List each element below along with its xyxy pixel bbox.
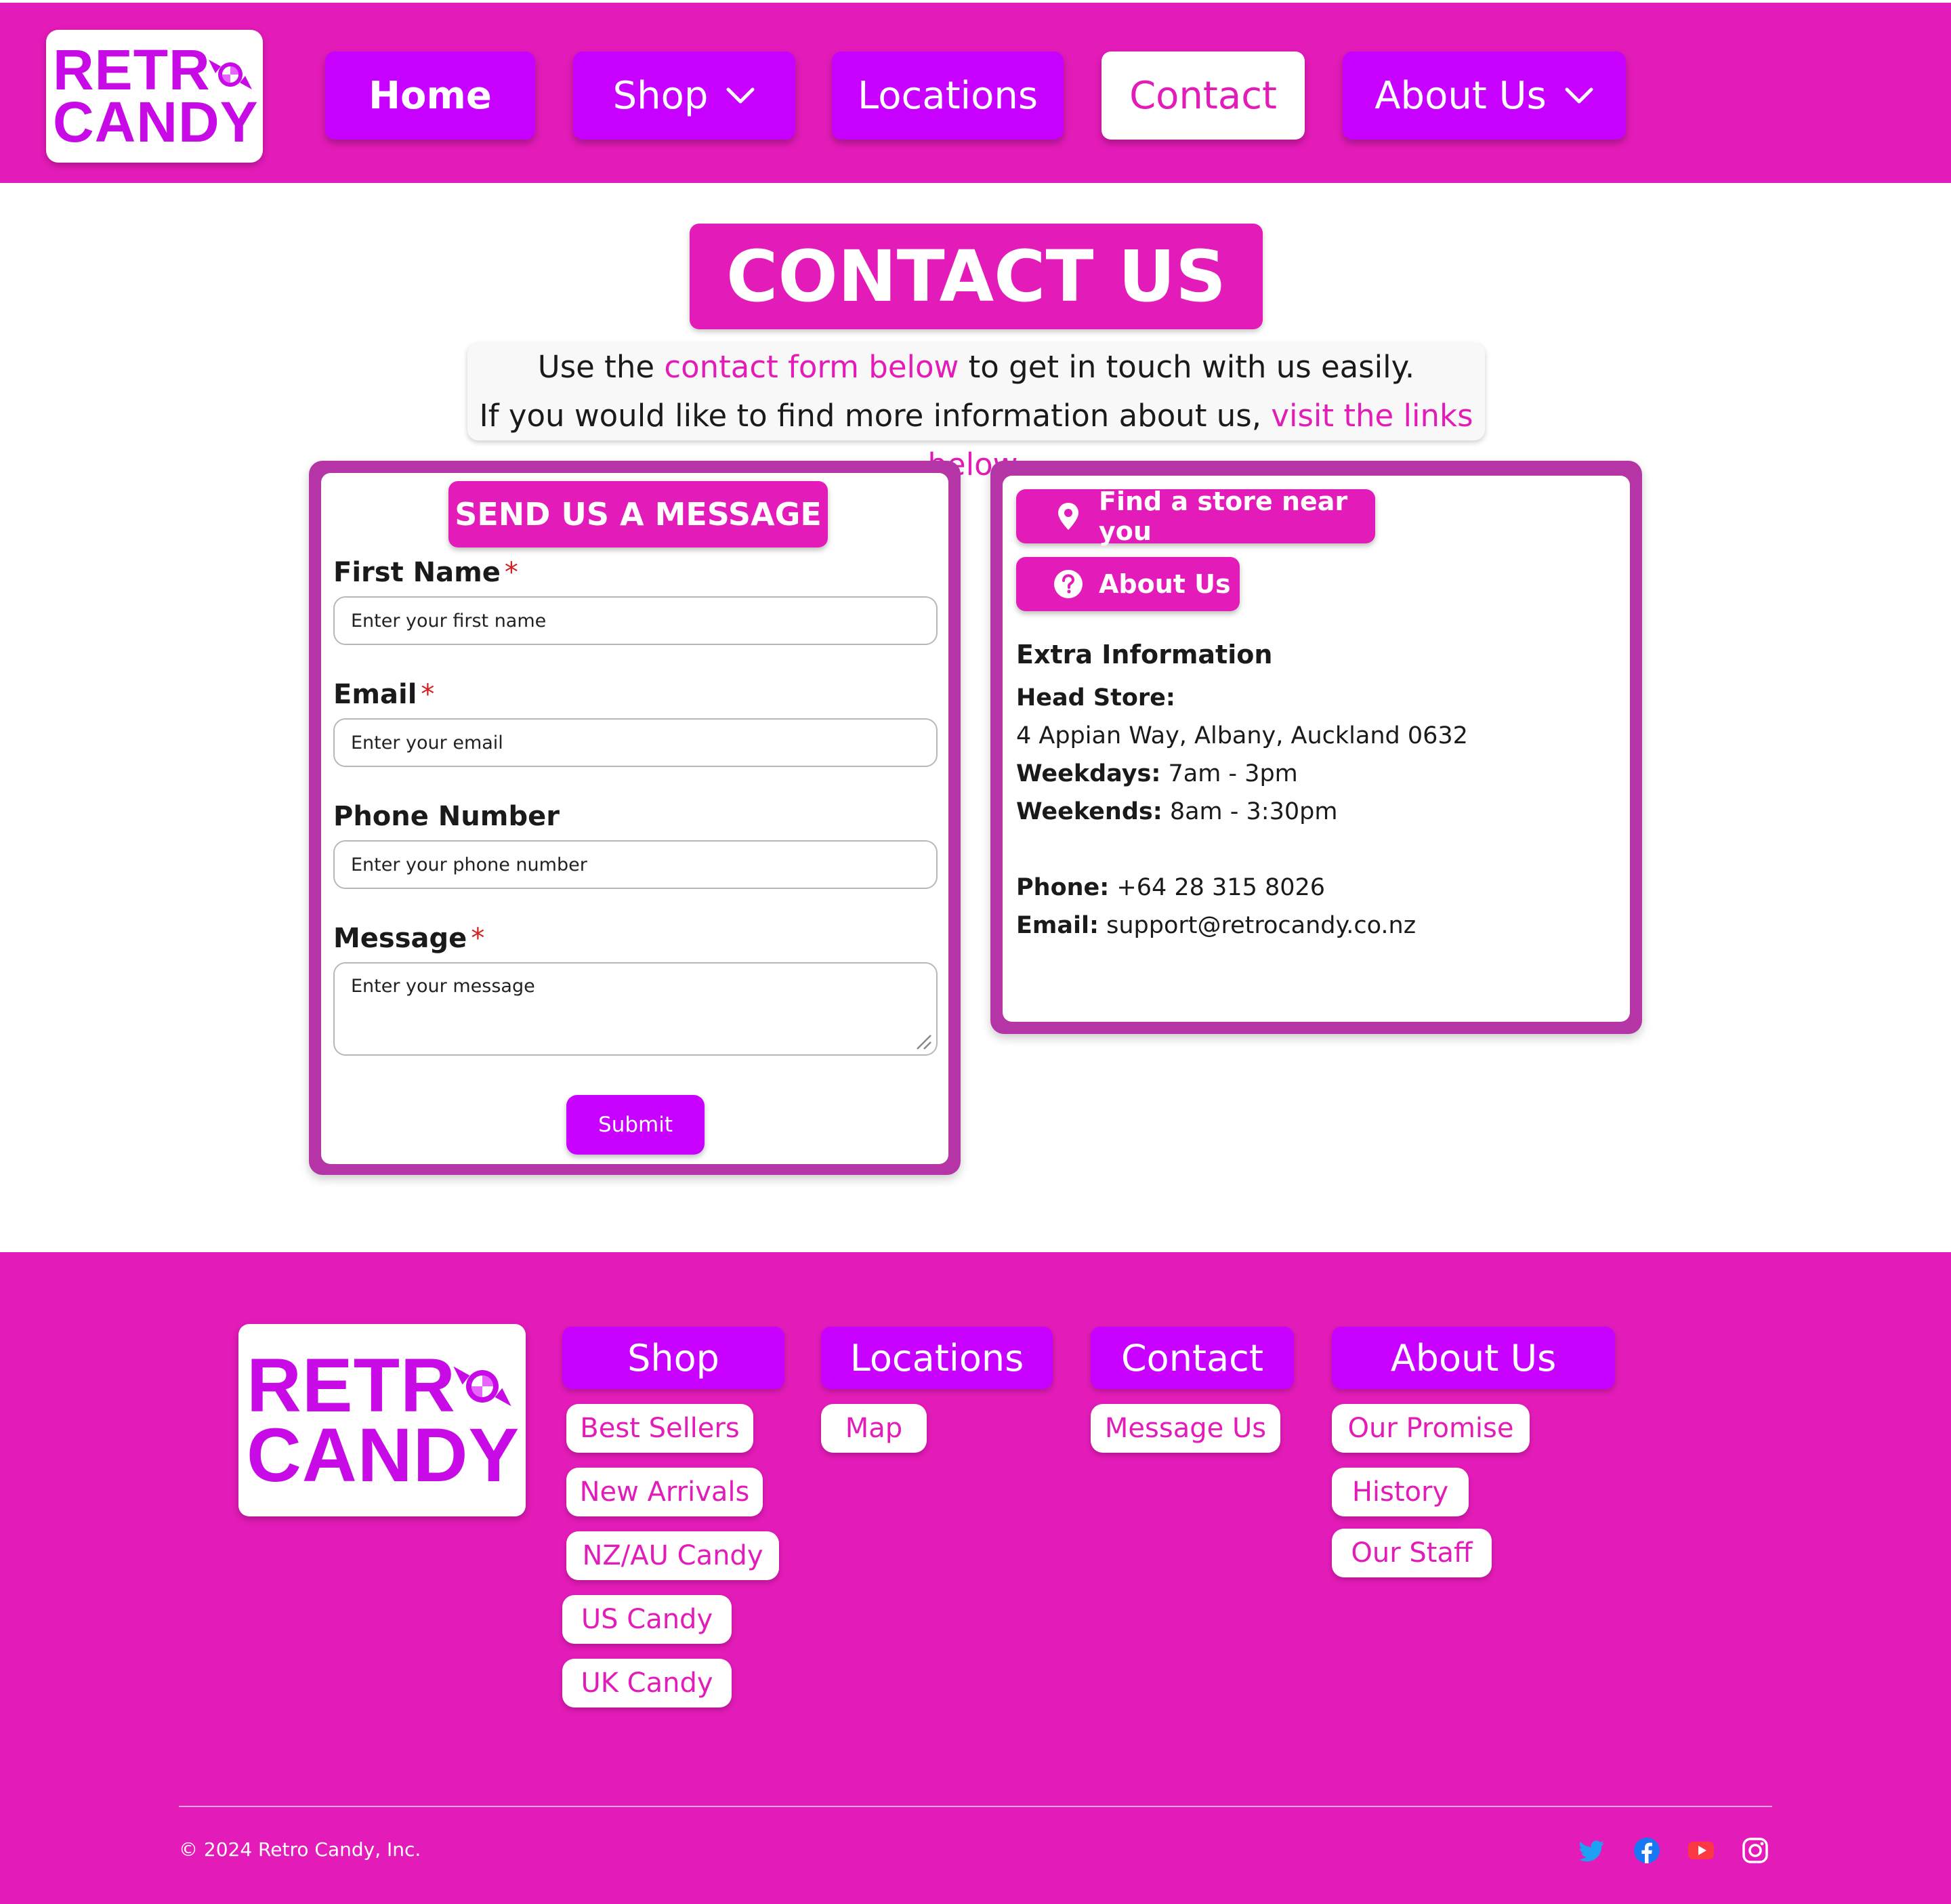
email-label: Email * [333,679,434,710]
question-icon [1054,570,1083,598]
intro-line-1-pre: Use the [537,349,665,385]
footer-link-history[interactable]: History [1332,1468,1469,1516]
twitter-icon[interactable] [1578,1836,1607,1865]
logo[interactable]: RETR CANDY [46,30,263,163]
weekdays-label: Weekdays: [1016,760,1161,787]
footer-locations-heading[interactable]: Locations [821,1327,1053,1389]
nav-home[interactable]: Home [325,51,535,140]
footer-link-our-promise[interactable]: Our Promise [1332,1404,1530,1453]
nav-shop-label: Shop [612,73,709,118]
chevron-down-icon [726,87,755,104]
weekends-label: Weekends: [1016,798,1162,825]
first-name-field[interactable] [333,596,938,645]
footer-link-message-us[interactable]: Message Us [1091,1404,1280,1453]
weekends-hours: 8am - 3:30pm [1162,798,1338,825]
weekdays-line: Weekdays: 7am - 3pm [1016,760,1298,787]
phone-line: Phone: +64 28 315 8026 [1016,874,1325,901]
weekends-line: Weekends: 8am - 3:30pm [1016,798,1337,825]
nav-locations-label: Locations [857,73,1039,118]
nav-locations[interactable]: Locations [832,51,1064,140]
intro-line-1: Use the contact form below to get in tou… [467,343,1485,392]
footer-link-our-staff[interactable]: Our Staff [1332,1529,1492,1577]
nav-contact[interactable]: Contact [1102,51,1305,140]
facebook-icon[interactable] [1633,1836,1661,1865]
submit-button[interactable]: Submit [566,1095,705,1155]
footer-about-heading[interactable]: About Us [1332,1327,1615,1389]
site-header: RETR CANDY Home Shop Locations Contact A… [0,0,1951,183]
footer-link-best-sellers[interactable]: Best Sellers [566,1404,753,1453]
head-store-label-text: Head Store: [1016,684,1175,711]
required-mark: * [471,923,485,954]
instagram-icon[interactable] [1741,1836,1769,1865]
footer-link-us-candy[interactable]: US Candy [562,1595,732,1644]
copyright: © 2024 Retro Candy, Inc. [179,1838,421,1861]
weekdays-hours: 7am - 3pm [1160,760,1298,787]
send-message-heading: SEND US A MESSAGE [448,481,828,547]
footer-link-map[interactable]: Map [821,1404,927,1453]
message-label-text: Message [333,923,467,954]
extra-info-heading: Extra Information [1016,640,1273,669]
address-line: 4 Appian Way, Albany, Auckland 0632 [1016,722,1468,749]
phone-label: Phone Number [333,801,560,832]
contact-form-link[interactable]: contact form below [664,349,959,385]
intro-line-1-post: to get in touch with us easily. [959,349,1415,385]
find-store-button[interactable]: Find a store near you [1016,487,1375,546]
footer-logo-line-2: CANDY [247,1413,520,1497]
nav-about-label: About Us [1375,73,1547,118]
email-label-text: Email [333,679,417,710]
footer-contact-heading[interactable]: Contact [1091,1327,1294,1389]
footer-link-new-arrivals[interactable]: New Arrivals [566,1468,763,1516]
phone-field[interactable] [333,840,938,889]
footer-link-uk-candy[interactable]: UK Candy [562,1659,732,1708]
first-name-label: First Name * [333,557,518,588]
email-line: Email: support@retrocandy.co.nz [1016,912,1416,939]
nav-contact-label: Contact [1129,73,1277,118]
candy-icon [209,60,252,89]
required-mark: * [421,679,435,710]
email-value: support@retrocandy.co.nz [1099,912,1417,939]
first-name-label-text: First Name [333,557,501,588]
intro-line-2-pre: If you would like to find more informati… [479,398,1272,434]
head-store-label: Head Store: [1016,684,1175,711]
chevron-down-icon [1565,87,1593,104]
about-us-button[interactable]: About Us [1016,557,1240,611]
map-pin-icon [1058,503,1078,530]
email-field[interactable] [333,718,938,767]
nav-about[interactable]: About Us [1343,51,1626,140]
message-field[interactable] [333,962,938,1056]
phone-label-info: Phone: [1016,874,1110,901]
footer-logo[interactable]: RETR CANDY [238,1324,526,1516]
candy-icon [453,1366,511,1407]
required-mark: * [504,557,518,588]
resize-handle-icon[interactable] [915,1033,932,1050]
message-label: Message * [333,923,484,954]
logo-line-2: CANDY [53,90,259,154]
youtube-icon[interactable] [1687,1836,1715,1865]
footer-logo-wordmark: RETR CANDY [238,1324,526,1516]
nav-home-label: Home [369,73,492,118]
nav-shop[interactable]: Shop [573,51,795,140]
email-label-info: Email: [1016,912,1099,939]
footer-divider [179,1806,1772,1807]
intro-text: Use the contact form below to get in tou… [467,343,1485,482]
page-title: CONTACT US [690,224,1263,329]
footer-link-nz-au-candy[interactable]: NZ/AU Candy [566,1531,779,1580]
phone-value: +64 28 315 8026 [1109,874,1326,901]
about-us-label: About Us [1099,569,1231,599]
find-store-label: Find a store near you [1099,487,1348,546]
footer-shop-heading[interactable]: Shop [562,1327,784,1389]
